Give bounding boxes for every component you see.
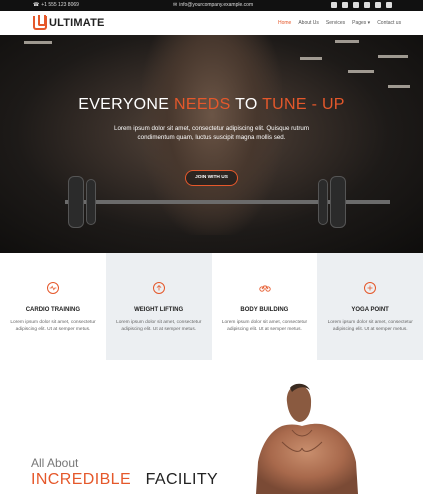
ceiling-light — [348, 70, 374, 73]
linkedin-icon[interactable] — [353, 2, 359, 8]
feature-card[interactable]: BODY BUILDING Lorem ipsum dolor sit amet… — [211, 253, 318, 360]
logo-mark-icon — [33, 15, 47, 30]
social-links — [331, 2, 392, 8]
about-accent-word: INCREDIBLE — [31, 471, 132, 488]
feature-card[interactable]: WEIGHT LIFTING Lorem ipsum dolor sit ame… — [105, 253, 212, 360]
feature-title: YOGA POINT — [351, 307, 389, 313]
email-icon[interactable] — [375, 2, 381, 8]
hero-subtitle: Lorem ipsum dolor sit amet, consectetur … — [114, 125, 309, 141]
barbell-plate — [68, 176, 84, 228]
youtube-icon[interactable] — [364, 2, 370, 8]
hero-title-accent2: TUNE - UP — [262, 96, 345, 113]
about-plain-word: FACILITY — [145, 471, 219, 488]
main-nav: ULTIMATE Home About Us Services Pages ▾ … — [0, 11, 423, 35]
nav-item-about-us[interactable]: About Us — [298, 20, 319, 26]
phone-icon: ☎ — [33, 2, 40, 8]
join-button[interactable]: JOIN WITH US — [185, 170, 238, 186]
barbell-plate — [330, 176, 346, 228]
feature-title: BODY BUILDING — [240, 307, 289, 313]
feature-text: Lorem ipsum dolor sit amet, consectetur … — [116, 320, 202, 332]
email-address: info@yourcompany.example.com — [179, 2, 254, 8]
ceiling-light — [335, 40, 359, 43]
barbell-plate — [318, 179, 328, 225]
facebook-icon[interactable] — [331, 2, 337, 8]
envelope-icon: ✉ — [173, 2, 178, 8]
feature-text: Lorem ipsum dolor sit amet, consectetur … — [10, 320, 96, 332]
feature-title: WEIGHT LIFTING — [134, 307, 184, 313]
feature-text: Lorem ipsum dolor sit amet, consectetur … — [221, 320, 308, 332]
phone-contact[interactable]: ☎ +1 555 123 8069 — [33, 2, 79, 8]
barbell-plate — [86, 179, 96, 225]
athlete-photo — [256, 383, 358, 494]
ceiling-light — [378, 55, 408, 58]
nav-item-home[interactable]: Home — [278, 20, 291, 26]
top-bar: ☎ +1 555 123 8069 ✉ info@yourcompany.exa… — [0, 0, 423, 11]
features-row: CARDIO TRAINING Lorem ipsum dolor sit am… — [0, 253, 423, 360]
feature-title: CARDIO TRAINING — [25, 307, 81, 313]
feature-text: Lorem ipsum dolor sit amet, consectetur … — [327, 320, 413, 332]
github-icon[interactable] — [386, 2, 392, 8]
nav-menu: Home About Us Services Pages ▾ Contact u… — [278, 20, 401, 26]
feature-card[interactable]: YOGA POINT Lorem ipsum dolor sit amet, c… — [317, 253, 423, 360]
about-big-heading: INCREDIBLE FACILITY — [31, 471, 218, 489]
about-small-heading: All About — [31, 456, 79, 470]
plus-circle-icon — [364, 282, 377, 294]
hero-title-part1: EVERYONE — [78, 96, 174, 113]
email-contact[interactable]: ✉ info@yourcompany.example.com — [173, 2, 253, 8]
nav-item-services[interactable]: Services — [326, 20, 345, 26]
hero-banner: EVERYONE NEEDS TO TUNE - UP Lorem ipsum … — [0, 35, 423, 253]
cardio-icon — [47, 282, 59, 294]
ceiling-light — [388, 85, 410, 88]
nav-item-pages[interactable]: Pages ▾ — [352, 20, 370, 26]
hero-title-part2: TO — [230, 96, 263, 113]
hero-title: EVERYONE NEEDS TO TUNE - UP — [0, 96, 423, 114]
feature-card[interactable]: CARDIO TRAINING Lorem ipsum dolor sit am… — [0, 253, 106, 360]
phone-number: +1 555 123 8069 — [41, 2, 79, 8]
arrow-up-circle-icon — [152, 282, 165, 294]
hero-title-accent1: NEEDS — [174, 96, 231, 113]
nav-item-contact-us[interactable]: Contact us — [377, 20, 401, 26]
ceiling-light — [24, 41, 52, 44]
dumbbell-icon — [258, 285, 271, 292]
about-section: All About INCREDIBLE FACILITY — [0, 360, 423, 494]
ceiling-light — [300, 57, 322, 60]
logo-text: ULTIMATE — [49, 17, 105, 29]
logo[interactable]: ULTIMATE — [33, 15, 105, 30]
twitter-icon[interactable] — [342, 2, 348, 8]
